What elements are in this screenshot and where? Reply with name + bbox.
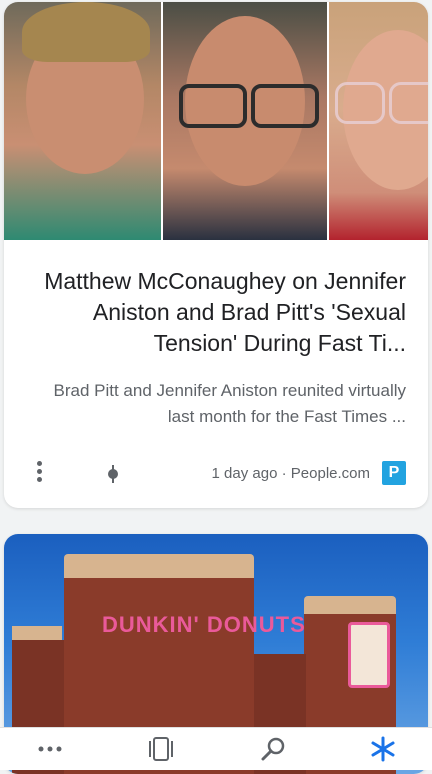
search-icon[interactable] — [243, 728, 303, 770]
source-attribution: 1 day ago · People.com — [212, 465, 370, 482]
article-image[interactable] — [4, 2, 428, 240]
article-age: 1 day ago — [211, 465, 278, 482]
storefront-sign: DUNKIN' DONUTS — [102, 612, 306, 637]
news-card[interactable]: Matthew McConaughey on Jennifer Aniston … — [4, 2, 428, 508]
discover-asterisk-icon[interactable] — [353, 728, 413, 770]
article-headline[interactable]: Matthew McConaughey on Jennifer Aniston … — [26, 266, 406, 359]
video-call-panel-right — [329, 2, 428, 240]
meta-separator: · — [281, 465, 287, 482]
tabs-icon[interactable] — [131, 728, 191, 770]
more-horizontal-icon[interactable] — [20, 728, 80, 770]
follow-source-icon[interactable] — [106, 465, 120, 483]
source-logo-icon: P — [382, 461, 406, 485]
video-call-panel-left — [4, 2, 161, 240]
video-call-panel-center — [163, 2, 327, 240]
more-options-icon[interactable] — [36, 461, 44, 487]
article-meta-row: 1 day ago · People.com P — [4, 457, 428, 491]
bottom-navigation — [0, 727, 432, 770]
source-name: People.com — [290, 465, 370, 482]
article-snippet: Brad Pitt and Jennifer Aniston reunited … — [53, 381, 406, 426]
